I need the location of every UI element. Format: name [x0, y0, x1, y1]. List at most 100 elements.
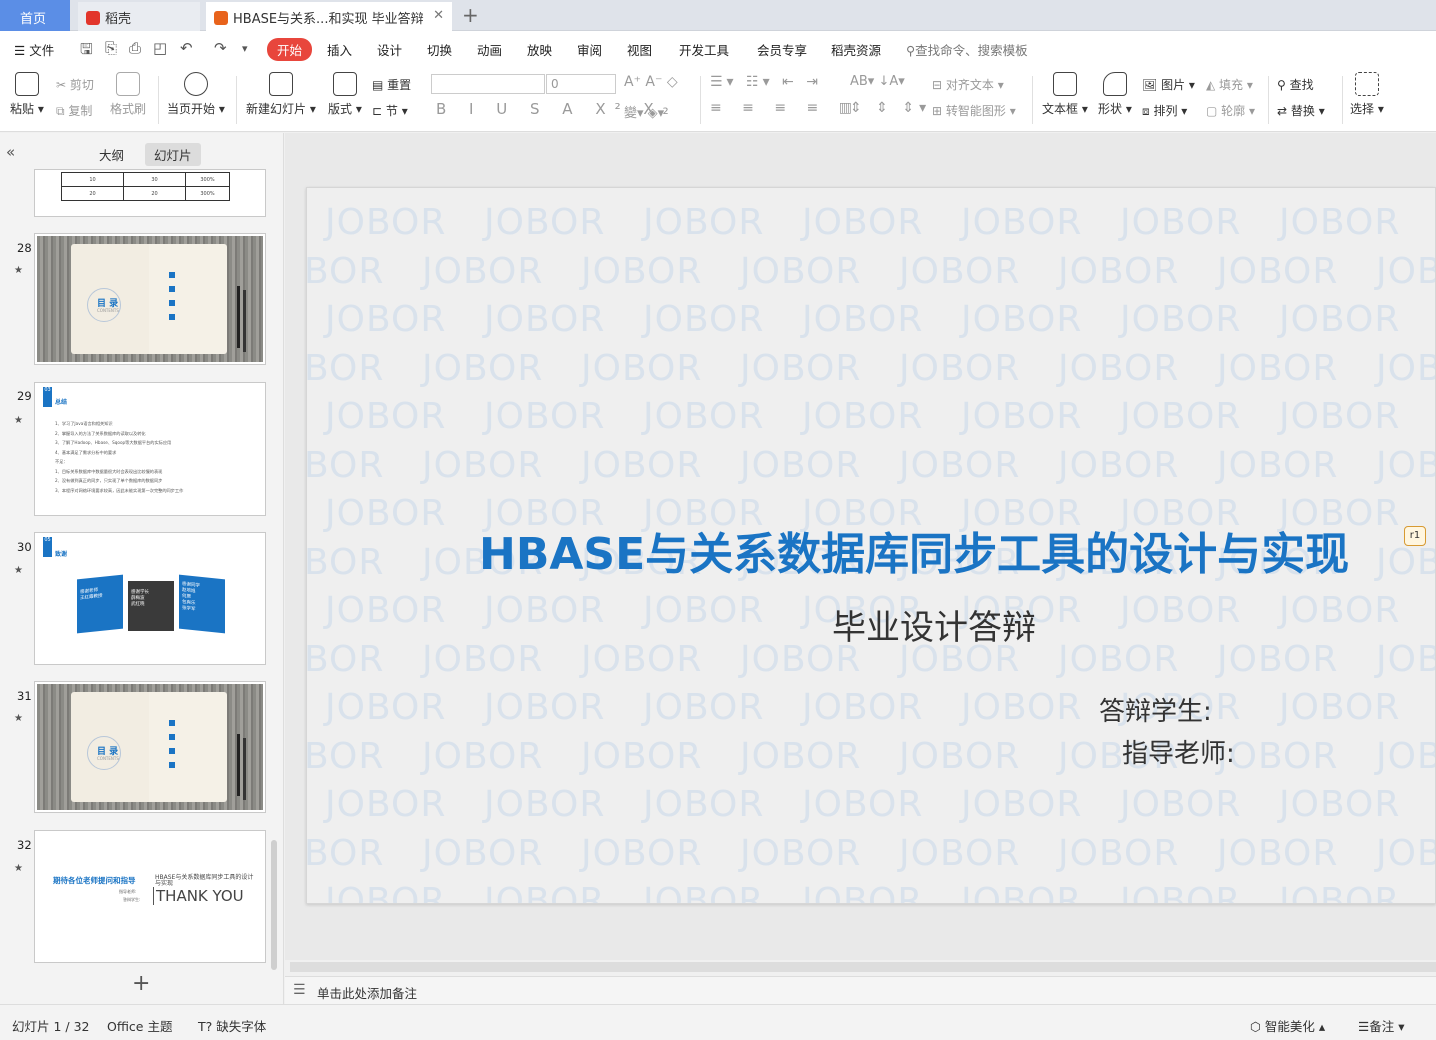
notes-pane[interactable]: ☰ 单击此处添加备注 — [285, 976, 1436, 1004]
select-button[interactable]: 选择 ▾ — [1350, 72, 1384, 117]
notes-toggle-button[interactable]: ☰备注 ▾ — [1358, 1016, 1404, 1035]
align-text-button[interactable]: ⊟ 对齐文本 ▾ — [932, 76, 1004, 93]
smart-shape-button[interactable]: ⊞ 转智能图形 ▾ — [932, 102, 1016, 119]
smart-beautify-button[interactable]: ⬡ 智能美化 ▴ — [1250, 1016, 1325, 1035]
theme-name[interactable]: Office 主题 — [107, 1016, 172, 1035]
redo-icon[interactable]: ↷ — [214, 39, 227, 57]
menu-developer[interactable]: 开发工具 — [679, 40, 729, 59]
menu-review[interactable]: 审阅 — [577, 40, 602, 59]
slide-number: 30 — [17, 540, 32, 554]
tab-outline[interactable]: 大纲 — [90, 143, 133, 166]
slide-thumbnail-28[interactable]: 目 录 CONTENTS — [34, 233, 266, 365]
line-spacing-buttons[interactable]: ⇕ ⇕ ⇕▾ — [850, 100, 931, 116]
text-direction-buttons[interactable]: AB▾ ↓A▾ — [850, 74, 905, 89]
select-icon — [1354, 72, 1379, 96]
watermark-text: JOBOR — [581, 638, 703, 680]
fill-button[interactable]: ◭ 填充 ▾ — [1206, 76, 1253, 93]
book-left-page: 目 录 CONTENTS — [71, 244, 149, 354]
add-slide-icon[interactable]: + — [132, 971, 150, 996]
slide-thumbnail-27[interactable]: 10 30 300% 20 20 300% — [34, 169, 266, 217]
font-size-controls[interactable]: A⁺ A⁻ ◇ — [624, 74, 678, 90]
slide-title[interactable]: HBASE与关系数据库同步工具的设计与实现 — [479, 518, 1349, 582]
shape-button[interactable]: 形状 ▾ — [1098, 72, 1132, 117]
watermark-text: JOBOR — [484, 202, 606, 243]
slide-thumbnail-30[interactable]: 05 致谢 感谢老师 王红霞教授 感谢学长 薛梅波 武红晓 感谢同学 赵培旭 何… — [34, 532, 266, 665]
table-cell: 20 — [61, 186, 124, 201]
fill-label: 填充 — [1219, 78, 1244, 92]
save-icon[interactable]: 🖫 — [80, 39, 93, 64]
section-button[interactable]: ⊏ 节 ▾ — [372, 102, 408, 119]
font-size-combo[interactable]: 0 — [546, 74, 616, 94]
watermark-text: JOBOR — [422, 735, 544, 777]
menu-slideshow[interactable]: 放映 — [527, 40, 552, 59]
thanks-box: 感谢同学 赵培旭 何原 包爽乐 张学军 — [179, 574, 225, 634]
play-from-current-label: 当页开始 — [167, 102, 216, 116]
student-label[interactable]: 答辩学生: — [1099, 691, 1212, 728]
teacher-label[interactable]: 指导老师: — [1122, 733, 1235, 770]
menu-insert[interactable]: 插入 — [327, 40, 352, 59]
paste-button[interactable]: 粘贴 ▾ — [10, 72, 44, 117]
file-menu[interactable]: ☰ 文件 — [14, 40, 54, 59]
text-effects-buttons[interactable]: 變▾ ◈▾ — [624, 102, 664, 121]
outline-button[interactable]: ▢ 轮廓 ▾ — [1206, 102, 1255, 119]
cut-button[interactable]: ✂ 剪切 — [56, 76, 94, 93]
current-slide[interactable]: JOBOR JOBOR JOBOR JOBOR JOBOR JOBOR JOBOR JOBOR… — [306, 187, 1436, 904]
play-from-current-button[interactable]: 当页开始 ▾ — [167, 72, 225, 117]
watermark-text: JOBOR — [484, 881, 606, 904]
picture-label: 图片 — [1161, 78, 1186, 92]
menu-home[interactable]: 开始 — [267, 38, 313, 61]
menu-transition[interactable]: 切换 — [427, 40, 452, 59]
copy-button[interactable]: ⧉ 复制 — [56, 102, 92, 119]
replace-button[interactable]: ⇄ 替换 ▾ — [1277, 102, 1325, 119]
toc-bullet — [169, 272, 175, 278]
watermark-text: JOBOR — [422, 250, 544, 292]
customize-quick-access-icon[interactable]: ▾ — [242, 42, 248, 55]
menu-view[interactable]: 视图 — [627, 40, 652, 59]
reset-button[interactable]: ▤ 重置 — [372, 76, 411, 93]
format-painter-label: 格式刷 — [110, 102, 147, 116]
format-painter-button[interactable]: 格式刷 — [110, 72, 146, 117]
picture-button[interactable]: 🖼 图片 ▾ — [1142, 76, 1195, 93]
menu-member[interactable]: 会员专享 — [757, 40, 807, 59]
print-preview-icon[interactable]: ◰ — [153, 39, 167, 57]
menu-animation[interactable]: 动画 — [477, 40, 502, 59]
paragraph-align-buttons[interactable]: ≡ ≡ ≡ ≡ ▥ — [710, 100, 860, 116]
undo-icon[interactable]: ↶ — [180, 39, 193, 57]
arrange-button[interactable]: ⧈ 排列 ▾ — [1142, 102, 1187, 119]
canvas-horizontal-scrollbar[interactable] — [290, 962, 1436, 972]
close-tab-icon[interactable]: ✕ — [433, 8, 444, 23]
tab-document-label: HBASE与关系...和实现 毕业答辩 — [233, 12, 424, 27]
layout-icon — [332, 72, 357, 96]
find-button[interactable]: ⚲ 查找 — [1277, 76, 1314, 93]
ribbon-separator — [1268, 76, 1269, 124]
watermark-text: JOBOR — [1058, 250, 1180, 292]
print-icon[interactable]: ⎙ — [129, 39, 141, 57]
comment-marker[interactable]: r1 — [1404, 526, 1426, 546]
tab-home[interactable]: 首页 — [0, 0, 70, 31]
slide-thumbnail-32[interactable]: 期待各位老师提问和指导 指导老师: 答辩学生: HBASE与关系数据库同步工具的… — [34, 830, 266, 963]
tab-slides[interactable]: 幻灯片 — [145, 143, 201, 166]
menu-docer-resources[interactable]: 稻壳资源 — [831, 40, 881, 59]
collapse-panel-icon[interactable]: « — [6, 143, 15, 161]
textbox-button[interactable]: 文本框 ▾ — [1042, 72, 1088, 117]
watermark-text: JOBOR — [325, 202, 447, 243]
menu-design[interactable]: 设计 — [377, 40, 402, 59]
watermark-text: JOBOR — [899, 250, 1021, 292]
font-name-combo[interactable] — [431, 74, 545, 94]
slide-thumbnail-29[interactable]: 03 总结 1、学习了Java语言和相关知识 2、掌握导入的方法了关系数据库的读… — [34, 382, 266, 516]
slide-subtitle[interactable]: 毕业设计答辩 — [832, 600, 1036, 649]
list-buttons[interactable]: ☰▾ ☷▾ ⇤ ⇥ — [710, 74, 822, 90]
watermark-text: JOBOR — [422, 347, 544, 389]
watermark-text: JOBOR — [643, 299, 765, 340]
tab-docer[interactable]: 稻壳 — [78, 2, 200, 31]
command-search[interactable]: ⚲查找命令、搜索模板 — [906, 40, 1028, 59]
slide-thumbnail-31[interactable]: 目 录 CONTENTS — [34, 681, 266, 813]
layout-button[interactable]: 版式 ▾ — [328, 72, 362, 117]
missing-font-button[interactable]: T? 缺失字体 — [198, 1016, 266, 1035]
export-pdf-icon[interactable]: ⎘ — [105, 39, 117, 57]
watermark-text: JOBOR — [325, 590, 447, 631]
thumbnail-scrollbar[interactable] — [271, 840, 277, 970]
tab-document[interactable]: HBASE与关系...和实现 毕业答辩 ✕ — [206, 2, 452, 31]
new-slide-button[interactable]: 新建幻灯片 ▾ — [246, 72, 316, 117]
new-tab-icon[interactable]: + — [462, 3, 479, 27]
